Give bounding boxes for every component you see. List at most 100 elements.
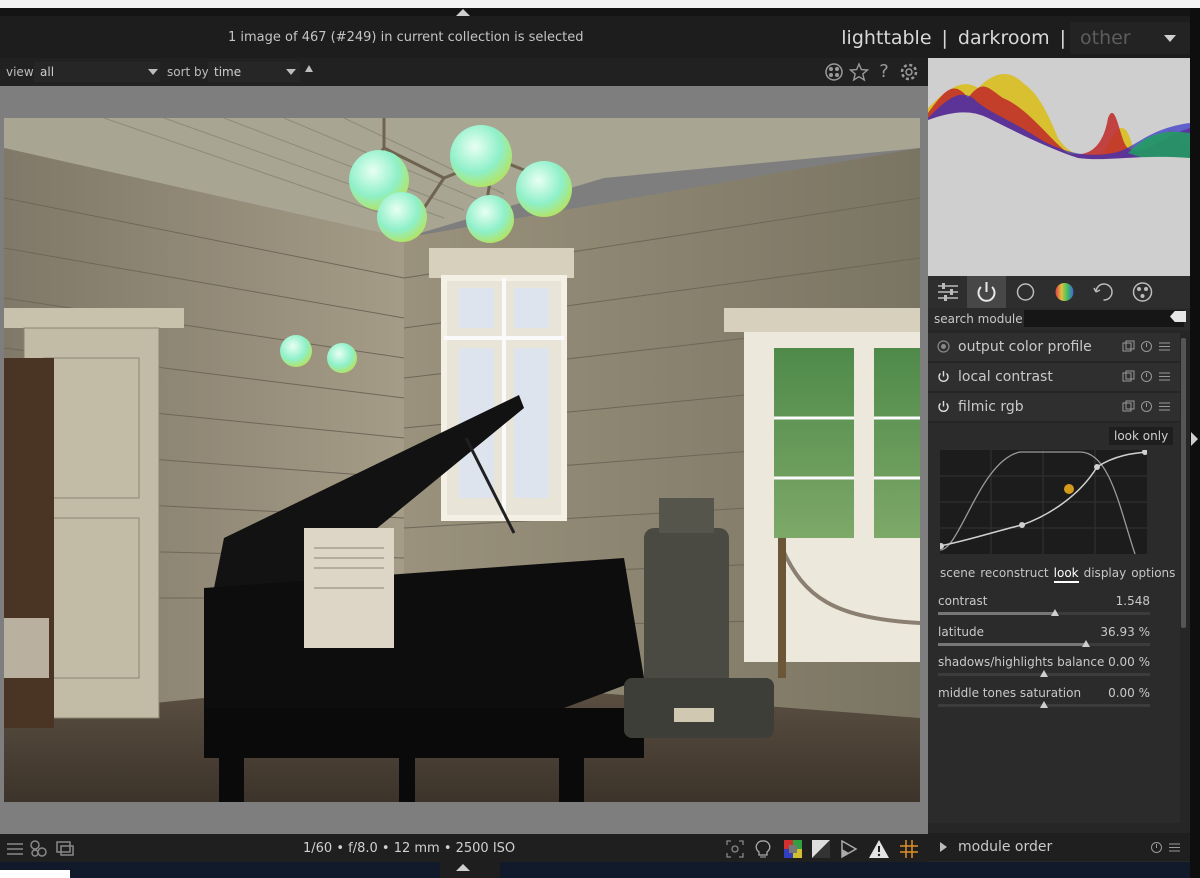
help-icon[interactable]: ? <box>874 62 894 82</box>
module-local-contrast[interactable]: local contrast <box>928 363 1180 391</box>
chevron-right-icon <box>940 842 947 852</box>
tab-active-modules[interactable] <box>967 276 1006 308</box>
slider-value: 0.00 % <box>1108 686 1150 700</box>
module-group-tabs <box>928 276 1190 308</box>
slider-value: 36.93 % <box>1100 625 1150 639</box>
top-toolbar: view all sort by time ? <box>0 58 928 86</box>
view-separator: | <box>941 27 948 49</box>
circle-icon <box>1016 283 1035 301</box>
gamut-check-icon[interactable] <box>838 838 860 860</box>
module-filmic-rgb[interactable]: filmic rgb <box>928 393 1180 421</box>
filmstrip-thumb[interactable] <box>0 870 70 878</box>
view-other-label: other <box>1080 27 1131 49</box>
chevron-down-icon <box>1164 35 1176 42</box>
slider-track[interactable] <box>938 612 1150 615</box>
chevron-down-icon <box>286 69 296 75</box>
slider-marker-icon[interactable] <box>1040 701 1048 708</box>
slider-shadows-highlights-balance[interactable]: shadows/highlights balance 0.00 % <box>938 655 1150 683</box>
sort-value: time <box>214 65 242 79</box>
search-input[interactable] <box>1024 310 1184 327</box>
presets-menu-icon[interactable] <box>1168 841 1181 854</box>
module-name: local contrast <box>958 369 1053 385</box>
styles-icon[interactable] <box>28 838 50 860</box>
right-panel-toggle-icon[interactable] <box>1191 432 1198 446</box>
center-view <box>0 86 928 834</box>
color-assessment-icon[interactable] <box>782 838 804 860</box>
slider-fill <box>938 612 1055 615</box>
collection-status: 1 image of 467 (#249) in current collect… <box>228 30 584 45</box>
presets-menu-icon[interactable] <box>1158 370 1171 383</box>
power-icon[interactable] <box>937 400 950 413</box>
tab-presets[interactable] <box>928 276 967 308</box>
histogram[interactable] <box>928 58 1190 277</box>
reset-icon[interactable] <box>1140 340 1153 353</box>
bottom-panel-toggle-icon[interactable] <box>456 864 470 871</box>
slider-latitude[interactable]: latitude 36.93 % <box>938 625 1150 653</box>
tab-color[interactable] <box>1045 276 1084 308</box>
slider-marker-icon[interactable] <box>1082 640 1091 647</box>
slider-middle-tones-saturation[interactable]: middle tones saturation 0.00 % <box>938 686 1150 714</box>
chevron-down-icon <box>148 69 158 75</box>
slider-marker-icon[interactable] <box>1040 670 1048 677</box>
warning-icon[interactable] <box>868 838 890 860</box>
reset-icon[interactable] <box>1140 370 1153 383</box>
guides-icon[interactable] <box>898 838 920 860</box>
filmic-subtabs: scene reconstruct look display options <box>940 566 1175 583</box>
slider-marker-icon[interactable] <box>1050 609 1059 616</box>
subtab-options[interactable]: options <box>1131 566 1175 583</box>
module-name: output color profile <box>958 339 1092 355</box>
multi-instance-icon[interactable] <box>1122 400 1135 413</box>
color-icon <box>1055 283 1074 301</box>
presets-menu-icon[interactable] <box>1158 340 1171 353</box>
right-panel: search module output color profile local… <box>928 58 1190 878</box>
filmic-curve-graph[interactable] <box>938 449 1148 555</box>
module-order-label: module order <box>958 839 1053 855</box>
subtab-display[interactable]: display <box>1084 566 1127 583</box>
view-lighttable[interactable]: lighttable <box>835 27 937 49</box>
tab-correct[interactable] <box>1084 276 1123 308</box>
reset-icon[interactable] <box>1150 841 1163 854</box>
presets-menu-icon[interactable] <box>1158 400 1171 413</box>
view-other-dropdown[interactable]: other <box>1070 22 1190 54</box>
module-scrollbar[interactable] <box>1181 338 1186 628</box>
slider-track[interactable] <box>938 643 1150 646</box>
module-output-color-profile[interactable]: output color profile <box>928 333 1180 361</box>
second-window-icon[interactable] <box>54 838 76 860</box>
focus-peaking-icon[interactable] <box>724 838 746 860</box>
gear-icon[interactable] <box>899 62 919 82</box>
view-separator: | <box>1059 27 1066 49</box>
subtab-reconstruct[interactable]: reconstruct <box>980 566 1048 583</box>
softproof-icon[interactable] <box>810 838 832 860</box>
star-icon[interactable] <box>848 62 870 82</box>
window-top-border <box>0 0 1200 8</box>
exif-info: 1/60 • f/8.0 • 12 mm • 2500 ISO <box>303 841 516 856</box>
search-module-label: search module <box>934 312 1023 326</box>
lightbulb-icon[interactable] <box>752 838 774 860</box>
multi-instance-icon[interactable] <box>1122 340 1135 353</box>
power-icon[interactable] <box>937 370 950 383</box>
module-order-row[interactable]: module order <box>928 833 1190 861</box>
bottom-toolbar: 1/60 • f/8.0 • 12 mm • 2500 ISO <box>0 834 928 862</box>
slider-value: 1.548 <box>1115 594 1150 608</box>
multi-instance-icon[interactable] <box>1122 370 1135 383</box>
sort-direction-icon[interactable] <box>305 65 313 72</box>
subtab-scene[interactable]: scene <box>940 566 975 583</box>
slider-contrast[interactable]: contrast 1.548 <box>938 594 1150 622</box>
top-panel-toggle-icon[interactable] <box>456 9 470 16</box>
view-darkroom[interactable]: darkroom <box>952 27 1056 49</box>
view-filter-select[interactable]: all <box>34 62 160 82</box>
filmstrip-handle <box>440 862 500 878</box>
sort-select[interactable]: time <box>208 62 300 82</box>
tab-base[interactable] <box>1006 276 1045 308</box>
sort-label: sort by <box>167 65 209 79</box>
filmstrip <box>0 862 1190 878</box>
menu-icon[interactable] <box>4 838 26 860</box>
reset-icon[interactable] <box>1140 400 1153 413</box>
subtab-look[interactable]: look <box>1053 566 1079 583</box>
look-only-toggle[interactable]: look only <box>1109 427 1174 445</box>
presets-icon <box>938 283 958 301</box>
grouping-icon[interactable] <box>824 62 844 82</box>
filmic-rgb-panel: look only scene reconstruct look display <box>928 423 1180 823</box>
tab-effects[interactable] <box>1123 276 1162 308</box>
edited-photo[interactable] <box>4 118 920 802</box>
